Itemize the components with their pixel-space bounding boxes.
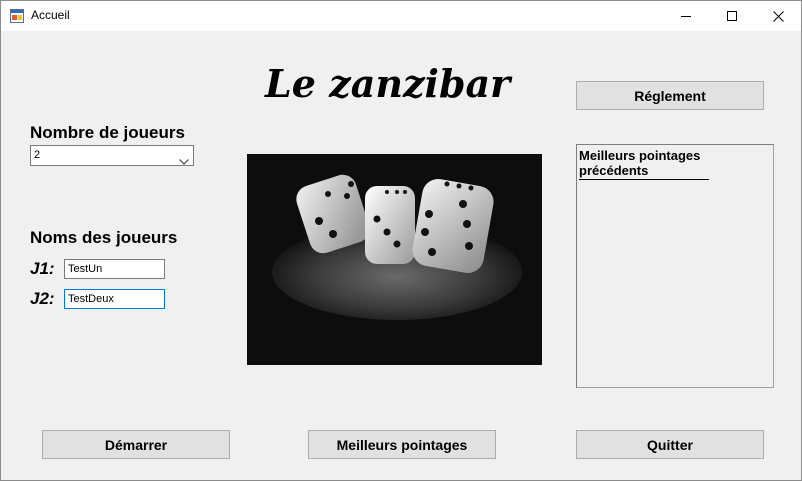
player-count-value: 2 <box>34 149 41 161</box>
start-button[interactable]: Démarrer <box>42 430 230 459</box>
player2-label: J2: <box>30 289 55 308</box>
chevron-down-icon <box>179 152 189 170</box>
app-icon <box>10 9 24 23</box>
player-names-label: Noms des joueurs <box>30 228 178 247</box>
player2-name-input[interactable] <box>64 289 165 309</box>
high-scores-button[interactable]: Meilleurs pointages <box>308 430 496 459</box>
quit-button[interactable]: Quitter <box>576 430 764 459</box>
high-scores-panel: Meilleurs pointages précédents <box>576 144 774 388</box>
rules-button[interactable]: Réglement <box>576 81 764 110</box>
player1-label: J1: <box>30 259 55 278</box>
main-window: Accueil Le zanzibar Réglement Nombre de … <box>0 0 802 481</box>
minimize-icon <box>681 16 691 17</box>
window-title: Accueil <box>31 8 70 22</box>
close-button[interactable] <box>755 1 801 31</box>
maximize-icon <box>727 11 737 21</box>
maximize-button[interactable] <box>709 1 755 31</box>
dice-image <box>247 154 542 365</box>
player1-name-input[interactable] <box>64 259 165 279</box>
player-count-select[interactable]: 2 <box>30 145 194 166</box>
title-bar[interactable]: Accueil <box>1 1 801 31</box>
player-count-label: Nombre de joueurs <box>30 123 185 142</box>
minimize-button[interactable] <box>663 1 709 31</box>
game-title: Le zanzibar <box>265 61 511 106</box>
high-scores-heading: Meilleurs pointages précédents <box>579 148 709 180</box>
close-icon <box>772 10 784 22</box>
